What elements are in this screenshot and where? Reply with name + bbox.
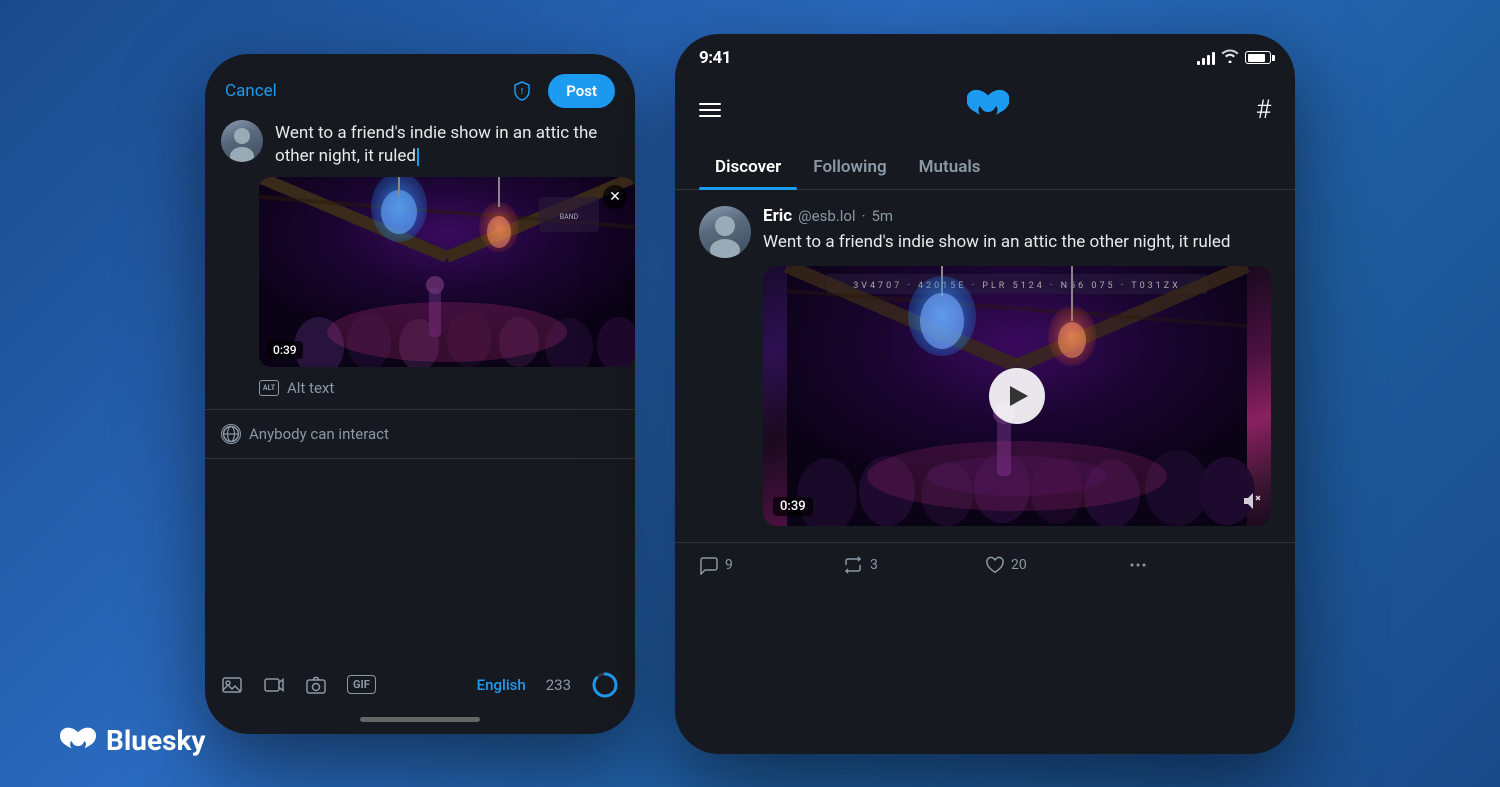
camera-icon[interactable] — [305, 674, 327, 696]
post-dot: · — [862, 207, 866, 225]
feed-post: Eric @esb.lol · 5m Went to a friend's in… — [675, 190, 1295, 544]
header-icons: ! Post — [508, 74, 615, 108]
interact-label: Anybody can interact — [249, 425, 389, 443]
interact-bar[interactable]: Anybody can interact — [205, 410, 635, 459]
post-author-name[interactable]: Eric — [763, 206, 792, 226]
bluesky-logo[interactable] — [967, 88, 1009, 133]
compose-header: Cancel ! Post — [205, 54, 635, 120]
feed-video-duration: 0:39 — [773, 497, 813, 516]
home-indicator — [205, 709, 635, 734]
repost-count: 3 — [870, 557, 878, 573]
video-icon[interactable] — [263, 674, 285, 696]
post-header: Eric @esb.lol · 5m — [763, 206, 1271, 226]
post-time: 5m — [871, 207, 893, 225]
alt-text-label: Alt text — [287, 379, 334, 397]
compose-video-thumbnail: BAND ✕ 0:39 — [259, 177, 635, 367]
post-avatar[interactable] — [699, 206, 751, 258]
reply-button[interactable]: 9 — [699, 555, 842, 575]
compose-toolbar: GIF English 233 — [205, 661, 635, 709]
video-duration-badge: 0:39 — [267, 341, 303, 359]
tab-mutuals[interactable]: Mutuals — [903, 145, 997, 189]
compose-phone: Cancel ! Post — [205, 54, 635, 734]
reply-count: 9 — [725, 557, 733, 573]
tabs-row: Discover Following Mutuals — [675, 145, 1295, 190]
svg-text:3V4707 · 42015E · PLR 5124 · N: 3V4707 · 42015E · PLR 5124 · N56 075 · T… — [853, 281, 1181, 291]
tab-following[interactable]: Following — [797, 145, 902, 189]
wifi-icon — [1221, 49, 1239, 67]
play-button[interactable] — [989, 368, 1045, 424]
interact-icon — [221, 424, 241, 444]
like-button[interactable]: 20 — [985, 555, 1128, 575]
language-label[interactable]: English — [477, 676, 526, 694]
feed-video[interactable]: 3V4707 · 42015E · PLR 5124 · N56 075 · T… — [763, 266, 1271, 526]
status-icons — [1197, 49, 1271, 67]
post-content: Eric @esb.lol · 5m Went to a friend's in… — [763, 206, 1271, 527]
image-icon[interactable] — [221, 674, 243, 696]
avatar — [221, 120, 263, 162]
more-button[interactable] — [1128, 555, 1271, 575]
svg-text:!: ! — [521, 87, 523, 96]
bluesky-brand: Bluesky — [60, 724, 206, 757]
feed-phone: 9:41 — [675, 34, 1295, 754]
status-time: 9:41 — [699, 48, 731, 68]
compose-text[interactable]: Went to a friend's indie show in an atti… — [275, 120, 619, 170]
menu-button[interactable] — [699, 103, 721, 117]
post-author-handle[interactable]: @esb.lol — [798, 207, 855, 225]
alt-text-bar[interactable]: ALT Alt text — [205, 367, 635, 410]
mute-icon[interactable] — [1241, 491, 1261, 516]
battery-icon — [1245, 51, 1271, 64]
post-text: Went to a friend's indie show in an atti… — [763, 230, 1271, 255]
status-bar: 9:41 — [675, 34, 1295, 76]
explore-button[interactable]: # — [1256, 95, 1271, 125]
signal-icon — [1197, 51, 1215, 65]
brand-butterfly-icon — [60, 726, 96, 756]
char-count: 233 — [546, 676, 571, 694]
cancel-button[interactable]: Cancel — [225, 81, 277, 101]
post-actions: 9 3 20 — [675, 543, 1295, 587]
shield-icon[interactable]: ! — [508, 77, 536, 105]
like-count: 20 — [1011, 557, 1027, 573]
svg-text:BAND: BAND — [560, 213, 579, 221]
post-button[interactable]: Post — [548, 74, 615, 108]
char-progress-circle — [591, 671, 619, 699]
tab-discover[interactable]: Discover — [699, 145, 797, 189]
gif-icon[interactable]: GIF — [347, 675, 376, 694]
repost-button[interactable]: 3 — [842, 555, 985, 575]
brand-name: Bluesky — [106, 724, 206, 757]
close-video-button[interactable]: ✕ — [603, 185, 627, 209]
app-header: # — [675, 76, 1295, 141]
alt-text-icon: ALT — [259, 380, 279, 396]
